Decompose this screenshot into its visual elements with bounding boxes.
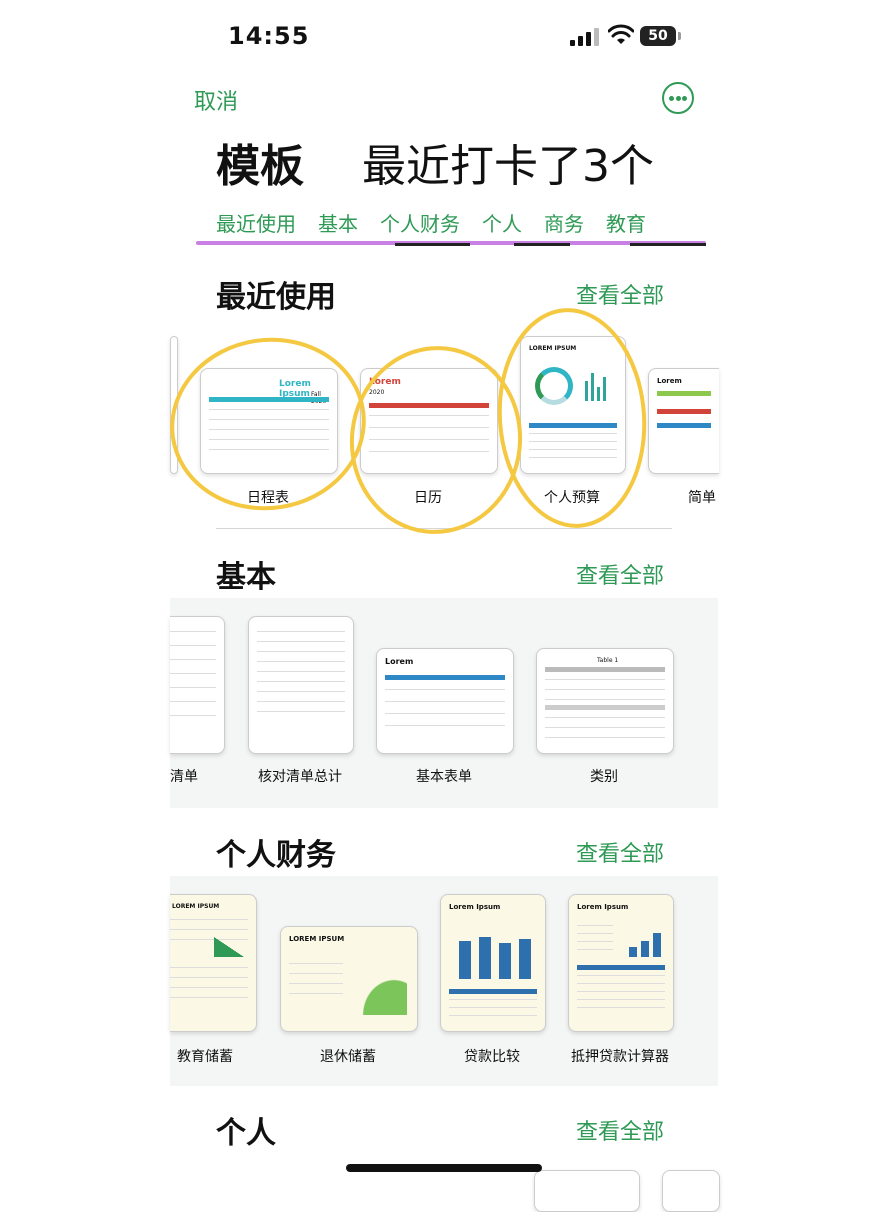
home-indicator — [346, 1164, 542, 1172]
hand-drawn-highlight-circles — [170, 308, 647, 534]
